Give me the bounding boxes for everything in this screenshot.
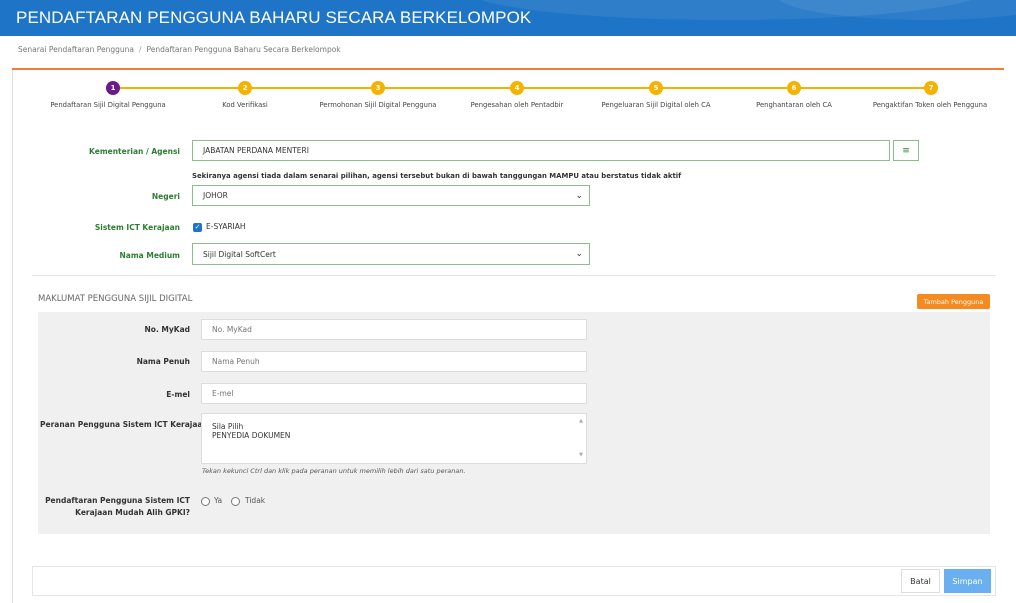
esyariah-checkbox-label[interactable]: E-SYARIAH [206,222,246,231]
stepper-line [113,87,935,89]
section-divider [32,275,996,276]
mykad-input[interactable] [201,319,587,340]
scroll-up-icon[interactable]: ▲ [579,417,583,426]
email-label: E-mel [166,390,190,399]
agency-input[interactable]: JABATAN PERDANA MENTERI [192,140,890,161]
state-label: Negeri [151,192,180,201]
step-1-indicator: 1 [106,81,120,95]
role-option[interactable]: Sila Pilih [212,422,576,431]
agency-list-button[interactable]: ≡ [893,140,919,161]
scroll-down-icon[interactable]: ▼ [579,451,583,460]
full-name-label: Nama Penuh [136,357,190,366]
radio-no[interactable] [231,497,240,506]
role-multiselect[interactable]: Sila Pilih PENYEDIA DOKUMEN ▲ ▼ [201,413,587,464]
esyariah-checkbox[interactable]: ✓ [193,223,202,232]
role-label: Peranan Pengguna Sistem ICT Kerajaan [40,420,208,429]
step-6-label: Penghantaran oleh CA [756,101,832,109]
progress-stepper: 1 2 3 4 5 6 7 Pendaftaran Sijil Digital … [0,80,1016,120]
state-value: JOHOR [203,191,228,200]
state-select[interactable]: JOHOR ⌄ [192,185,590,206]
step-2-label: Kod Verifikasi [222,101,268,109]
save-button[interactable]: Simpan [944,569,991,593]
breadcrumb-separator: / [138,45,142,54]
step-7-label: Pengaktifan Token oleh Pengguna [872,101,988,109]
breadcrumb: Senarai Pendaftaran Pengguna / Pendaftaran… [18,45,341,54]
email-input[interactable] [201,383,587,404]
agency-value: JABATAN PERDANA MENTERI [203,146,309,155]
radio-no-label[interactable]: Tidak [245,496,265,505]
step-4-label: Pengesahan oleh Pentadbir [470,101,564,109]
medium-select[interactable]: Sijil Digital SoftCert ⌄ [192,243,590,265]
chevron-down-icon: ⌄ [575,249,583,259]
step-1-label: Pendaftaran Sijil Digital Pengguna [50,101,166,109]
step-5-label: Pengeluaran Sijil Digital oleh CA [601,101,711,109]
breadcrumb-current: Pendaftaran Pengguna Baharu Secara Berke… [146,45,341,54]
mobile-registration-label-line2: Kerajaan Mudah Alih GPKI? [75,508,190,517]
ict-system-label: Sistem ICT Kerajaan [94,223,180,232]
step-3-label: Permohonan Sijil Digital Pengguna [319,101,437,109]
agency-label: Kementerian / Agensi [89,147,180,156]
form-footer [32,566,996,596]
mobile-registration-label-line1: Pendaftaran Pengguna Sistem ICT [45,496,190,505]
add-user-button[interactable]: Tambah Pengguna [917,294,990,309]
page-title: PENDAFTARAN PENGGUNA BAHARU SECARA BERKE… [16,8,532,27]
agency-note: Sekiranya agensi tiada dalam senarai pil… [192,172,682,180]
user-section-title: MAKLUMAT PENGGUNA SIJIL DIGITAL [38,294,193,304]
step-6-indicator: 6 [787,81,801,95]
medium-value: Sijil Digital SoftCert [203,249,276,259]
content-left-border [12,70,13,603]
role-option[interactable]: PENYEDIA DOKUMEN [212,431,576,440]
step-4-indicator: 4 [510,81,524,95]
chevron-down-icon: ⌄ [575,190,583,201]
mykad-label: No. MyKad [144,325,190,334]
step-2-indicator: 2 [238,81,252,95]
orange-divider [12,68,1004,70]
full-name-input[interactable] [201,351,587,372]
breadcrumb-link-senarai[interactable]: Senarai Pendaftaran Pengguna [18,45,134,54]
role-hint: Tekan kekunci Ctrl dan klik pada peranan… [202,467,466,475]
cancel-button[interactable]: Batal [901,569,940,593]
step-7-indicator: 7 [924,81,938,95]
mobile-registration-label: Pendaftaran Pengguna Sistem ICT Kerajaan… [40,496,190,517]
title-bar: PENDAFTARAN PENGGUNA BAHARU SECARA BERKE… [0,0,1016,36]
radio-yes-label[interactable]: Ya [214,496,222,505]
medium-label: Nama Medium [119,251,180,260]
list-icon: ≡ [902,145,910,156]
step-3-indicator: 3 [371,81,385,95]
step-5-indicator: 5 [649,81,663,95]
radio-yes[interactable] [201,497,210,506]
